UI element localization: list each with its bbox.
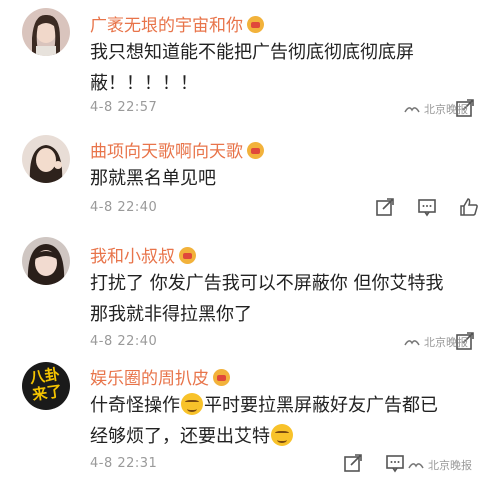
comment-segment: 平时要拉黑屏蔽好友广告都已 (204, 395, 438, 416)
timestamp: 4-8 22:40 (90, 200, 158, 215)
comment-line: 我只想知道能不能把广告彻底彻底彻底屏 (90, 42, 414, 63)
timestamp: 4-8 22:31 (90, 456, 158, 471)
username-text[interactable]: 广袤无垠的宇宙和你 (90, 16, 243, 36)
watermark-text: 北京晚报 (424, 103, 468, 116)
comment-line: 打扰了 你发广告我可以不屏蔽你 但你艾特我 (90, 273, 444, 294)
comment-text: 什奇怪操作 平时要拉黑屏蔽好友广告都已 经够烦了，还要出艾特 (90, 390, 438, 452)
username[interactable]: 曲项向天歌啊向天歌 (90, 137, 264, 162)
watermark: 北京晚报 (408, 457, 472, 473)
comment-segment: 什奇怪操作 (90, 395, 180, 416)
like-icon[interactable] (459, 197, 479, 217)
username-text[interactable]: 娱乐圈的周扒皮 (90, 369, 209, 389)
comment-text: 打扰了 你发广告我可以不屏蔽你 但你艾特我 那我就非得拉黑你了 (90, 268, 443, 330)
avatar[interactable]: 八卦 来了 (22, 362, 70, 410)
watermark-text: 北京晚报 (428, 459, 472, 472)
comment-actions (375, 197, 479, 217)
avatar[interactable] (22, 135, 70, 183)
avatar[interactable] (22, 237, 70, 285)
vip-badge-icon (247, 142, 264, 159)
comment-card: 八卦 来了 娱乐圈的周扒皮 什奇怪操作 平时要拉黑屏蔽好友广告都已 经够烦了，还要… (0, 354, 497, 478)
timestamp: 4-8 22:40 (90, 334, 158, 349)
avatar-text: 八卦 来了 (22, 365, 70, 405)
comment-actions (343, 453, 405, 473)
watermark-text: 北京晚报 (424, 336, 468, 349)
comment-line: 经够烦了，还要出艾特 (90, 421, 438, 452)
comment-line: 什奇怪操作 平时要拉黑屏蔽好友广告都已 (90, 390, 438, 421)
username-text[interactable]: 我和小叔叔 (90, 247, 175, 267)
comment-icon[interactable] (417, 197, 437, 217)
comment-line: 蔽！！！！！ (90, 73, 198, 94)
timestamp: 4-8 22:57 (90, 100, 158, 115)
share-icon[interactable] (343, 453, 363, 473)
comment-segment: 经够烦了，还要出艾特 (90, 426, 270, 447)
comment-line: 那我就非得拉黑你了 (90, 304, 252, 325)
smirk-emoji-icon (271, 424, 293, 446)
watermark: 北京晚报 (404, 101, 468, 117)
comment-icon[interactable] (385, 453, 405, 473)
comment-card: 我和小叔叔 打扰了 你发广告我可以不屏蔽你 但你艾特我 那我就非得拉黑你了 4-… (0, 227, 497, 354)
comment-text: 那就黑名单见吧 (90, 163, 216, 194)
watermark-logo-icon (408, 463, 424, 469)
avatar[interactable] (22, 8, 70, 56)
username[interactable]: 广袤无垠的宇宙和你 (90, 11, 264, 36)
username[interactable]: 娱乐圈的周扒皮 (90, 364, 230, 389)
comment-card: 广袤无垠的宇宙和你 我只想知道能不能把广告彻底彻底彻底屏 蔽！！！！！ 4-8 … (0, 0, 497, 127)
comment-text: 我只想知道能不能把广告彻底彻底彻底屏 蔽！！！！！ (90, 37, 414, 99)
share-icon[interactable] (375, 197, 395, 217)
vip-badge-icon (179, 247, 196, 264)
username-text[interactable]: 曲项向天歌啊向天歌 (90, 142, 243, 162)
username[interactable]: 我和小叔叔 (90, 242, 196, 267)
comment-card: 曲项向天歌啊向天歌 那就黑名单见吧 4-8 22:40 (0, 127, 497, 227)
next-comment-edge (0, 478, 497, 492)
comment-line: 那就黑名单见吧 (90, 168, 216, 189)
watermark-logo-icon (404, 107, 420, 113)
vip-badge-icon (213, 369, 230, 386)
watermark: 北京晚报 (404, 334, 468, 350)
smirk-emoji-icon (181, 393, 203, 415)
watermark-logo-icon (404, 340, 420, 346)
vip-badge-icon (247, 16, 264, 33)
